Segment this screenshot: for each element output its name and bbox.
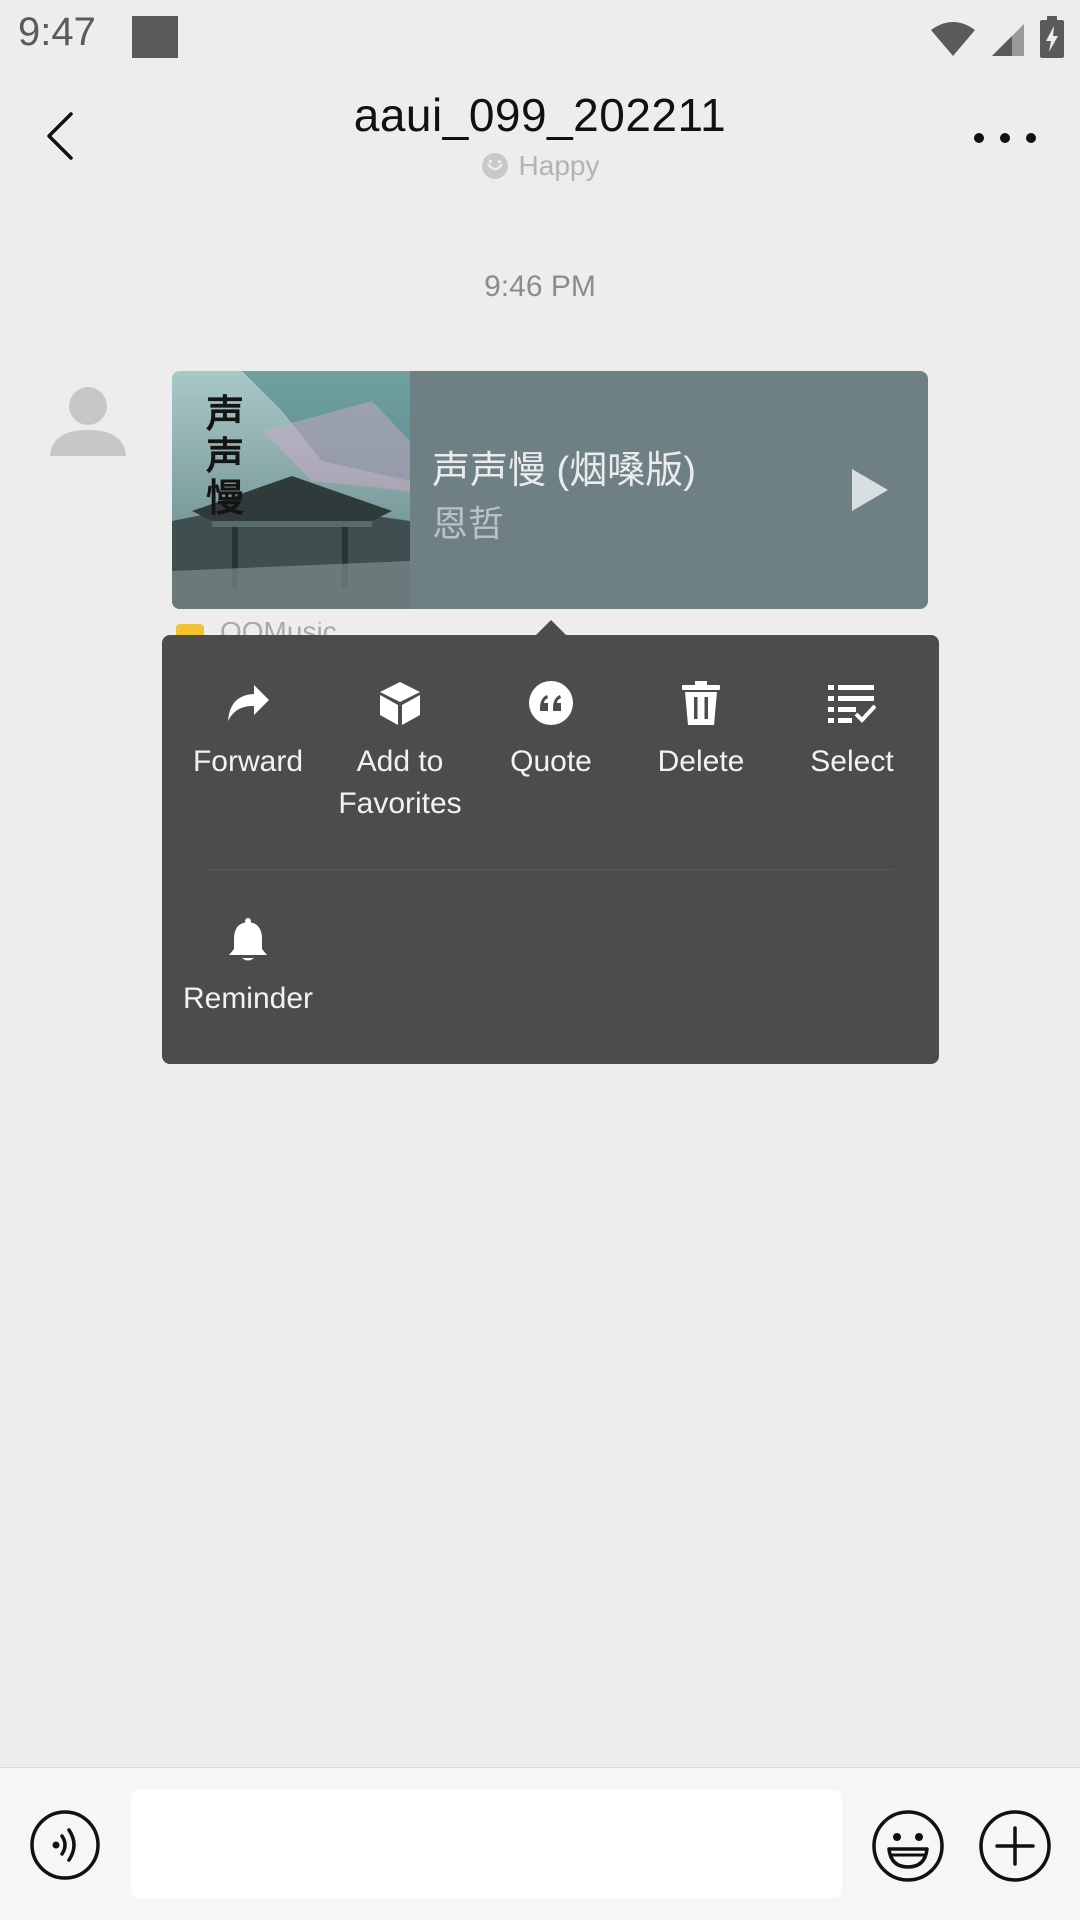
status-bar: 9:47 <box>0 0 1080 72</box>
status-icons <box>930 14 1064 58</box>
chat-header: aaui_099_202211 Happy <box>0 72 1080 212</box>
more-dots-icon <box>974 133 984 143</box>
chat-status-text: Happy <box>518 150 600 181</box>
bell-icon <box>224 916 272 964</box>
cube-favorites-icon <box>376 679 424 727</box>
smiley-status-icon <box>481 153 508 179</box>
menu-item-delete[interactable]: Delete <box>626 679 776 783</box>
voice-icon[interactable] <box>29 1809 101 1881</box>
forward-icon <box>224 679 272 727</box>
chat-title: aaui_099_202211 <box>353 89 727 141</box>
album-cover: 声声慢 <box>172 371 410 609</box>
message-context-menu: Forward Add to Favorites Quote Delete Se… <box>162 635 939 1064</box>
music-message-card[interactable]: 声声慢 声声慢 (烟嗓版) 恩哲 <box>172 371 928 609</box>
menu-item-label: Quote <box>510 745 592 778</box>
menu-item-label: Delete <box>657 745 745 778</box>
default-avatar-icon <box>50 387 126 456</box>
menu-item-add-to-favorites[interactable]: Add to Favorites <box>325 679 475 825</box>
chat-screen: 9:47 aaui_099_202211 Happy 9:46 PM 声声慢 声… <box>0 0 1080 1920</box>
message-input[interactable] <box>131 1790 842 1898</box>
menu-item-select[interactable]: Select <box>777 679 927 783</box>
cell-signal-icon <box>992 24 1024 56</box>
more-dot <box>1026 133 1036 143</box>
menu-item-label: Add to Favorites <box>338 745 462 820</box>
menu-item-label: Forward <box>192 745 304 778</box>
notification-icon <box>132 16 178 58</box>
plus-circle-icon[interactable] <box>978 1809 1052 1883</box>
trash-icon <box>677 679 725 727</box>
album-calligraphy: 声声慢 <box>206 391 245 520</box>
more-options-button[interactable] <box>970 110 1040 166</box>
status-time: 9:47 <box>18 10 96 54</box>
message-timestamp: 9:46 PM <box>484 270 596 303</box>
play-icon[interactable] <box>850 467 890 513</box>
battery-charging-icon <box>1040 16 1064 58</box>
menu-divider <box>208 869 893 870</box>
song-artist: 恩哲 <box>432 503 505 544</box>
music-info: 声声慢 (烟嗓版) 恩哲 <box>410 371 928 609</box>
song-title: 声声慢 (烟嗓版) <box>432 450 696 492</box>
input-bar <box>0 1767 1080 1920</box>
menu-item-forward[interactable]: Forward <box>173 679 323 783</box>
quote-icon <box>527 679 575 727</box>
wifi-icon <box>931 22 975 56</box>
menu-item-label: Reminder <box>182 982 314 1015</box>
more-dot <box>1000 133 1010 143</box>
menu-pointer <box>535 620 567 636</box>
menu-item-label: Select <box>810 745 894 778</box>
emoji-icon[interactable] <box>871 1809 945 1883</box>
select-list-icon <box>828 679 876 727</box>
chat-status: Happy <box>0 150 1080 182</box>
avatar[interactable] <box>40 372 136 468</box>
menu-item-quote[interactable]: Quote <box>476 679 626 783</box>
menu-item-reminder[interactable]: Reminder <box>173 916 323 1020</box>
